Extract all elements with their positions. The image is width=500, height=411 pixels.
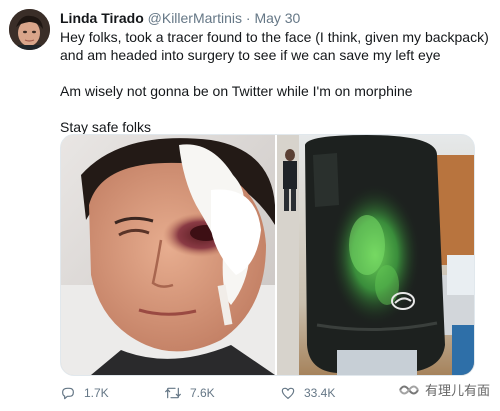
retweet-count: 7.6K [190,386,215,400]
user-handle[interactable]: @KillerMartinis [148,10,242,26]
watermark: 有理儿有面 [398,380,490,399]
backpack-photo-image [277,135,474,375]
tweet-media [60,134,475,376]
like-count: 33.4K [304,386,336,400]
avatar[interactable] [9,9,50,50]
tweet-paragraph-2: Am wisely not gonna be on Twitter while … [60,83,413,99]
watermark-text: 有理儿有面 [424,383,490,398]
reply-button[interactable]: 1.7K [60,383,109,403]
heart-icon [281,387,295,399]
avatar-image [9,9,50,50]
tweet-date[interactable]: May 30 [254,10,300,26]
tweet-card: Linda Tirado @KillerMartinis · May 30 He… [0,0,500,411]
tweet-paragraph-1: Hey folks, took a tracer found to the fa… [60,29,489,63]
brand-logo-icon [399,385,419,394]
reply-count: 1.7K [84,386,109,400]
media-photo-face[interactable] [61,135,275,375]
retweet-button[interactable]: 7.6K [164,383,215,403]
media-photo-backpack[interactable] [277,135,474,375]
separator-dot: · [245,10,251,26]
like-button[interactable]: 33.4K [280,383,335,403]
reply-icon [62,387,74,400]
retweet-icon [165,387,181,399]
face-photo-image [61,135,275,375]
display-name[interactable]: Linda Tirado [60,10,144,26]
tweet-header: Linda Tirado @KillerMartinis · May 30 [60,9,300,27]
